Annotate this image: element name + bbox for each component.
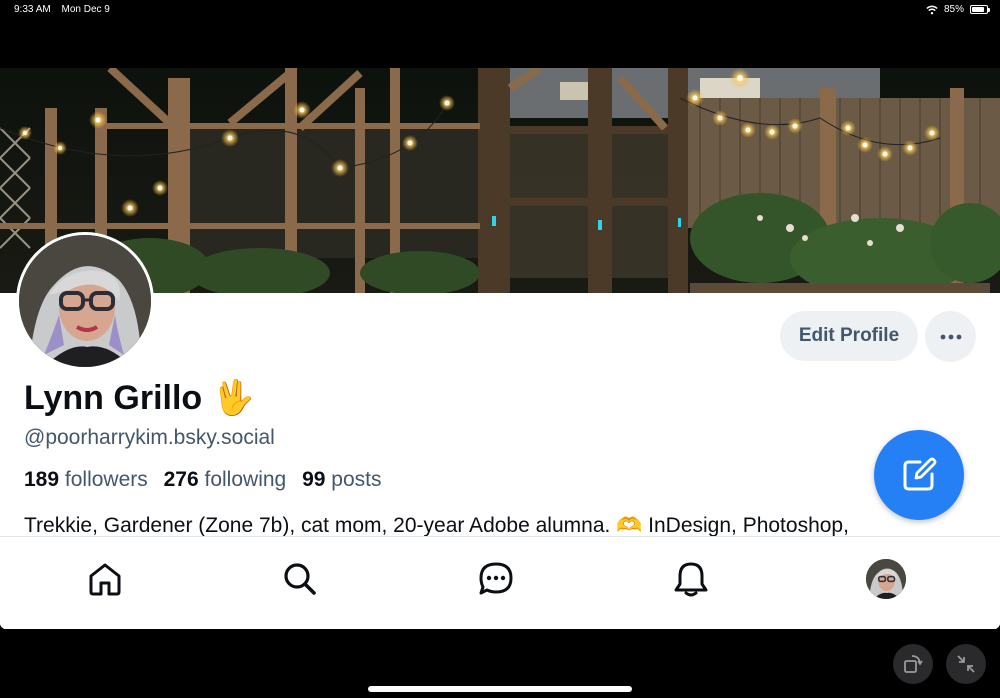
- ellipsis-icon: [940, 334, 961, 339]
- avatar: [866, 559, 906, 599]
- display-name-text: Lynn Grillo: [24, 378, 203, 417]
- bottom-nav: [0, 536, 1000, 629]
- posts-count: 99: [302, 468, 326, 491]
- status-left: 9:33 AM Mon Dec 9: [14, 4, 118, 15]
- wifi-icon: [926, 5, 938, 14]
- followers-label: followers: [64, 468, 148, 491]
- display-name: Lynn Grillo 🖖: [24, 378, 255, 418]
- status-right: 85%: [926, 4, 990, 15]
- profile-avatar[interactable]: [16, 232, 154, 370]
- status-date: Mon Dec 9: [61, 4, 110, 15]
- following-count: 276: [163, 468, 199, 491]
- minimize-button[interactable]: [946, 644, 986, 684]
- bell-icon: [674, 562, 708, 597]
- vulcan-salute-emoji: 🖖: [212, 379, 255, 417]
- search-icon: [284, 563, 316, 595]
- home-icon: [89, 563, 121, 596]
- status-time: 9:33 AM: [14, 4, 51, 15]
- following-stat[interactable]: 276 following: [164, 468, 287, 491]
- following-label: following: [204, 468, 287, 491]
- battery-fill: [972, 7, 984, 12]
- battery-icon: [970, 5, 990, 14]
- status-bar: 9:33 AM Mon Dec 9 85%: [0, 0, 1000, 20]
- profile-screen: Edit Profile Lynn Grillo 🖖 @poorharrykim…: [0, 68, 1000, 629]
- followers-count: 189: [24, 468, 60, 491]
- profile-bio: Trekkie, Gardener (Zone 7b), cat mom, 20…: [24, 514, 849, 537]
- posts-stat: 99 posts: [302, 468, 381, 491]
- collapse-icon: [957, 655, 975, 673]
- rotate-button[interactable]: [893, 644, 933, 684]
- edit-profile-button[interactable]: Edit Profile: [780, 311, 918, 361]
- chat-icon: [479, 562, 513, 595]
- nav-search[interactable]: [278, 557, 322, 601]
- home-indicator[interactable]: [368, 686, 632, 692]
- followers-stat[interactable]: 189 followers: [24, 468, 148, 491]
- avatar-image: [19, 235, 151, 367]
- compose-button[interactable]: [874, 430, 964, 520]
- more-options-button[interactable]: [925, 311, 976, 362]
- compose-icon: [903, 457, 937, 491]
- profile-stats: 189 followers 276 following 99 posts: [24, 468, 391, 492]
- nav-chat[interactable]: [474, 557, 518, 601]
- nav-notifications[interactable]: [669, 557, 713, 601]
- nav-home[interactable]: [83, 557, 127, 601]
- nav-profile[interactable]: [864, 557, 908, 601]
- rotate-icon: [904, 655, 923, 673]
- profile-banner[interactable]: [0, 68, 1000, 293]
- profile-handle: @poorharrykim.bsky.social: [24, 426, 275, 449]
- banner-image: [0, 68, 1000, 293]
- battery-percent: 85%: [943, 4, 964, 15]
- posts-label: posts: [331, 468, 382, 491]
